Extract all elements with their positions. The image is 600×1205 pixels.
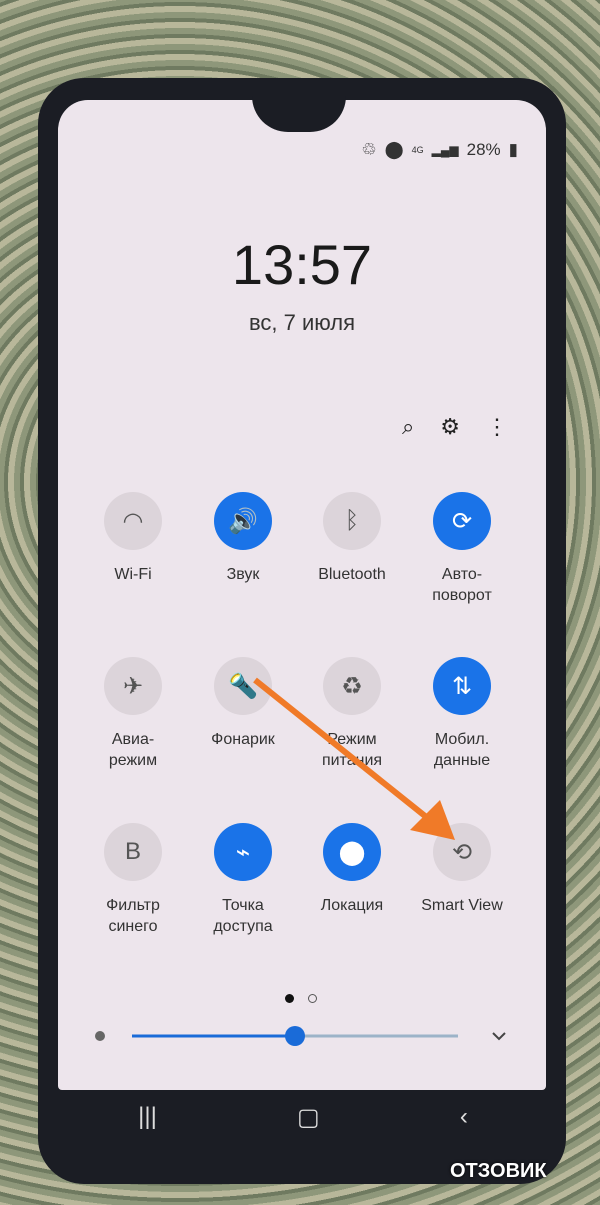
recents-icon[interactable]: ||| bbox=[138, 1103, 157, 1131]
annotation-arrow bbox=[253, 677, 455, 840]
back-icon[interactable]: ‹ bbox=[460, 1103, 468, 1131]
watermark: ОТЗОВИК bbox=[450, 1160, 547, 1182]
home-icon[interactable]: ▢ bbox=[297, 1103, 320, 1132]
nav-bar: ||| ▢ ‹ bbox=[68, 1092, 538, 1142]
